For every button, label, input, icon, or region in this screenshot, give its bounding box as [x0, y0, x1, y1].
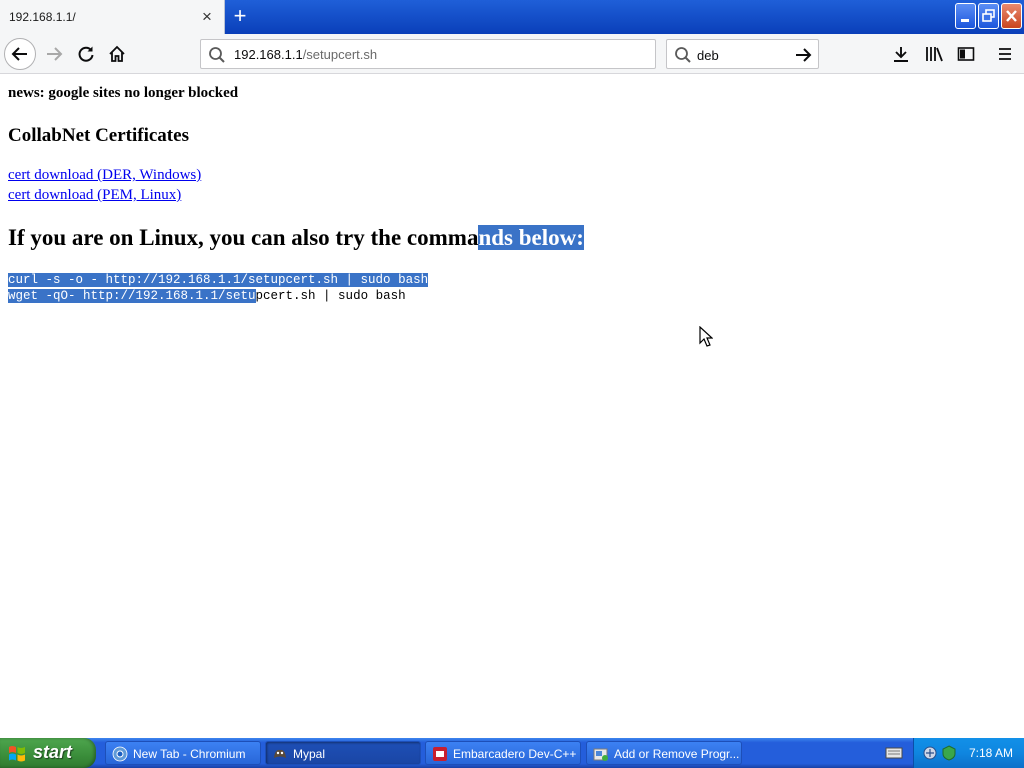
taskbar-item-chromium[interactable]: New Tab - Chromium: [105, 741, 261, 765]
cert-download-der-link[interactable]: cert download (DER, Windows): [8, 167, 201, 184]
taskbar-item-label: Add or Remove Progr...: [614, 747, 740, 761]
hamburger-menu-icon: [999, 48, 1011, 60]
add-remove-programs-icon: [593, 748, 608, 761]
close-tab-icon[interactable]: ×: [199, 8, 215, 25]
linux-heading-text: If you are on Linux, you can also try th…: [8, 225, 479, 250]
library-icon: [926, 47, 943, 62]
taskbar-item-add-remove-programs[interactable]: Add or Remove Progr...: [586, 741, 742, 765]
taskbar-item-label: New Tab - Chromium: [133, 747, 246, 761]
tab-title: 192.168.1.1/: [9, 10, 76, 24]
cert-download-pem-link[interactable]: cert download (PEM, Linux): [8, 187, 181, 204]
forward-icon: [47, 47, 63, 61]
page-content: news: google sites no longer blocked Col…: [0, 75, 1024, 738]
url-text: 192.168.1.1/setupcert.sh: [234, 47, 377, 62]
linux-heading-selected-text: nds below:: [478, 225, 584, 250]
curl-command: curl -s -o - http://192.168.1.1/setupcer…: [8, 272, 429, 288]
close-icon: [1006, 10, 1017, 22]
wget-command-text: pcert.sh | sudo bash: [255, 289, 406, 303]
linux-heading: If you are on Linux, you can also try th…: [8, 225, 584, 251]
menu-button[interactable]: [993, 42, 1017, 66]
mouse-pointer-icon: [699, 326, 713, 347]
url-host: 192.168.1.1: [234, 47, 303, 62]
wget-command: wget -qO- http://192.168.1.1/setupcert.s…: [8, 288, 406, 304]
url-bar[interactable]: 192.168.1.1/setupcert.sh: [200, 39, 656, 69]
new-tab-plus-icon[interactable]: +: [229, 5, 251, 28]
network-icon[interactable]: [922, 745, 938, 761]
search-bar[interactable]: [666, 39, 819, 69]
taskbar-item-label: Embarcadero Dev-C++: [453, 747, 577, 761]
minimize-button[interactable]: [955, 3, 976, 29]
taskbar-item-devcpp[interactable]: Embarcadero Dev-C++: [425, 741, 581, 765]
arrow-right-icon[interactable]: [794, 46, 812, 64]
home-icon: [109, 45, 125, 62]
downloads-button[interactable]: [889, 42, 913, 66]
taskbar-clock: 7:18 AM: [969, 746, 1014, 760]
reload-button[interactable]: [70, 38, 102, 70]
keyboard-icon[interactable]: [885, 746, 903, 760]
sidebar-icon: [957, 47, 975, 61]
browser-tab[interactable]: 192.168.1.1/ ×: [0, 0, 225, 34]
news-banner: news: google sites no longer blocked: [8, 85, 239, 101]
search-icon: [209, 47, 225, 63]
restore-icon: [982, 9, 995, 22]
minimize-icon: [961, 19, 969, 22]
curl-command-selected-text: curl -s -o - http://192.168.1.1/setupcer…: [8, 273, 429, 287]
mypal-icon: [274, 749, 286, 758]
restore-button[interactable]: [978, 3, 999, 29]
wget-command-selected-text: wget -qO- http://192.168.1.1/setu: [8, 289, 256, 303]
start-button[interactable]: start: [0, 738, 96, 768]
windows-logo-icon: [9, 746, 25, 762]
taskbar: start New Tab - Chromium Mypal Embarcade…: [0, 738, 1024, 768]
close-window-button[interactable]: [1001, 3, 1022, 29]
forward-button[interactable]: [38, 38, 70, 70]
taskbar-item-label: Mypal: [293, 747, 326, 761]
start-label: start: [33, 742, 73, 762]
taskbar-item-mypal[interactable]: Mypal: [265, 741, 421, 765]
sidebar-button[interactable]: [954, 42, 978, 66]
back-icon: [11, 47, 27, 61]
back-button[interactable]: [4, 38, 36, 70]
system-tray: 7:18 AM: [913, 738, 1024, 768]
search-input[interactable]: [697, 46, 787, 64]
navigation-toolbar: 192.168.1.1/setupcert.sh: [0, 34, 1024, 74]
reload-icon: [78, 46, 94, 62]
chromium-icon: [112, 746, 128, 762]
security-shield-icon[interactable]: [941, 745, 957, 761]
tab-strip: 192.168.1.1/ × +: [0, 0, 1024, 34]
search-icon: [675, 47, 691, 63]
home-button[interactable]: [101, 38, 133, 70]
devcpp-icon: [433, 747, 447, 761]
url-path: /setupcert.sh: [302, 47, 378, 62]
download-icon: [894, 47, 908, 62]
library-button[interactable]: [922, 42, 946, 66]
certificates-heading: CollabNet Certificates: [8, 125, 189, 146]
